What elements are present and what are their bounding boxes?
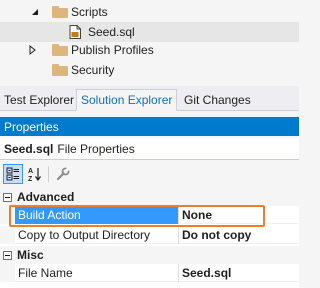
- svg-text:A: A: [28, 168, 33, 175]
- property-name: Copy to Output Directory: [18, 228, 151, 242]
- tree-item-label: Scripts: [71, 5, 108, 19]
- tool-window-tabs: Test Explorer Solution Explorer Git Chan…: [0, 86, 299, 111]
- row-gutter: [0, 206, 15, 224]
- svg-text:Z: Z: [28, 176, 33, 182]
- properties-title: Properties: [4, 119, 59, 134]
- sql-file-icon: [69, 25, 81, 39]
- folder-icon: [52, 6, 68, 18]
- property-grid: Advanced Build Action None Copy to Outpu…: [0, 188, 299, 288]
- expanded-arrow-icon[interactable]: [30, 7, 40, 17]
- solution-explorer-tree: Scripts Seed.sql Publish Profiles Securi…: [0, 0, 299, 86]
- property-row-file-name[interactable]: File Name Seed.sql: [0, 264, 299, 282]
- tree-item-security[interactable]: Security: [0, 60, 299, 80]
- property-value[interactable]: None: [179, 206, 299, 224]
- object-selector[interactable]: Seed.sql File Properties: [0, 138, 299, 160]
- tree-item-label: Security: [71, 63, 115, 77]
- category-advanced[interactable]: Advanced: [0, 188, 299, 206]
- alphabetical-button[interactable]: A Z: [25, 164, 45, 184]
- properties-title-bar[interactable]: Properties: [0, 117, 299, 136]
- property-row-build-action[interactable]: Build Action None: [0, 206, 299, 224]
- categorized-button[interactable]: [3, 164, 23, 184]
- tree-item-seed-sql[interactable]: Seed.sql: [0, 22, 299, 42]
- folder-icon: [52, 64, 68, 76]
- wrench-icon: [56, 167, 70, 181]
- property-name: Build Action: [15, 206, 178, 224]
- toolbar-separator: [48, 166, 49, 182]
- row-gutter: [0, 226, 15, 244]
- tree-item-label: Seed.sql: [88, 25, 135, 39]
- property-pages-button[interactable]: [53, 164, 73, 184]
- categorized-icon: [6, 167, 19, 181]
- row-gutter: [0, 264, 15, 282]
- tree-item-publish-profiles[interactable]: Publish Profiles: [0, 40, 299, 60]
- object-name: Seed.sql: [4, 141, 54, 156]
- tree-item-scripts[interactable]: Scripts: [0, 2, 299, 22]
- folder-icon: [52, 44, 68, 56]
- category-label: Advanced: [17, 190, 75, 204]
- tab-test-explorer[interactable]: Test Explorer: [0, 89, 78, 110]
- property-name: File Name: [18, 266, 73, 280]
- collapsed-arrow-icon[interactable]: [27, 45, 37, 55]
- category-label: Misc: [17, 248, 44, 262]
- tab-solution-explorer[interactable]: Solution Explorer: [76, 89, 178, 111]
- object-type: File Properties: [57, 141, 135, 156]
- collapse-toggle-icon[interactable]: [3, 250, 12, 260]
- property-row-copy-to-output[interactable]: Copy to Output Directory Do not copy: [0, 226, 299, 244]
- tree-item-label: Publish Profiles: [71, 43, 154, 57]
- properties-toolbar: A Z: [0, 161, 299, 187]
- property-value[interactable]: Seed.sql: [179, 264, 299, 282]
- collapse-toggle-icon[interactable]: [3, 192, 12, 202]
- category-misc[interactable]: Misc: [0, 246, 299, 264]
- alphabetical-sort-icon: A Z: [28, 168, 41, 182]
- tab-git-changes[interactable]: Git Changes: [180, 89, 255, 110]
- property-value[interactable]: Do not copy: [179, 226, 299, 244]
